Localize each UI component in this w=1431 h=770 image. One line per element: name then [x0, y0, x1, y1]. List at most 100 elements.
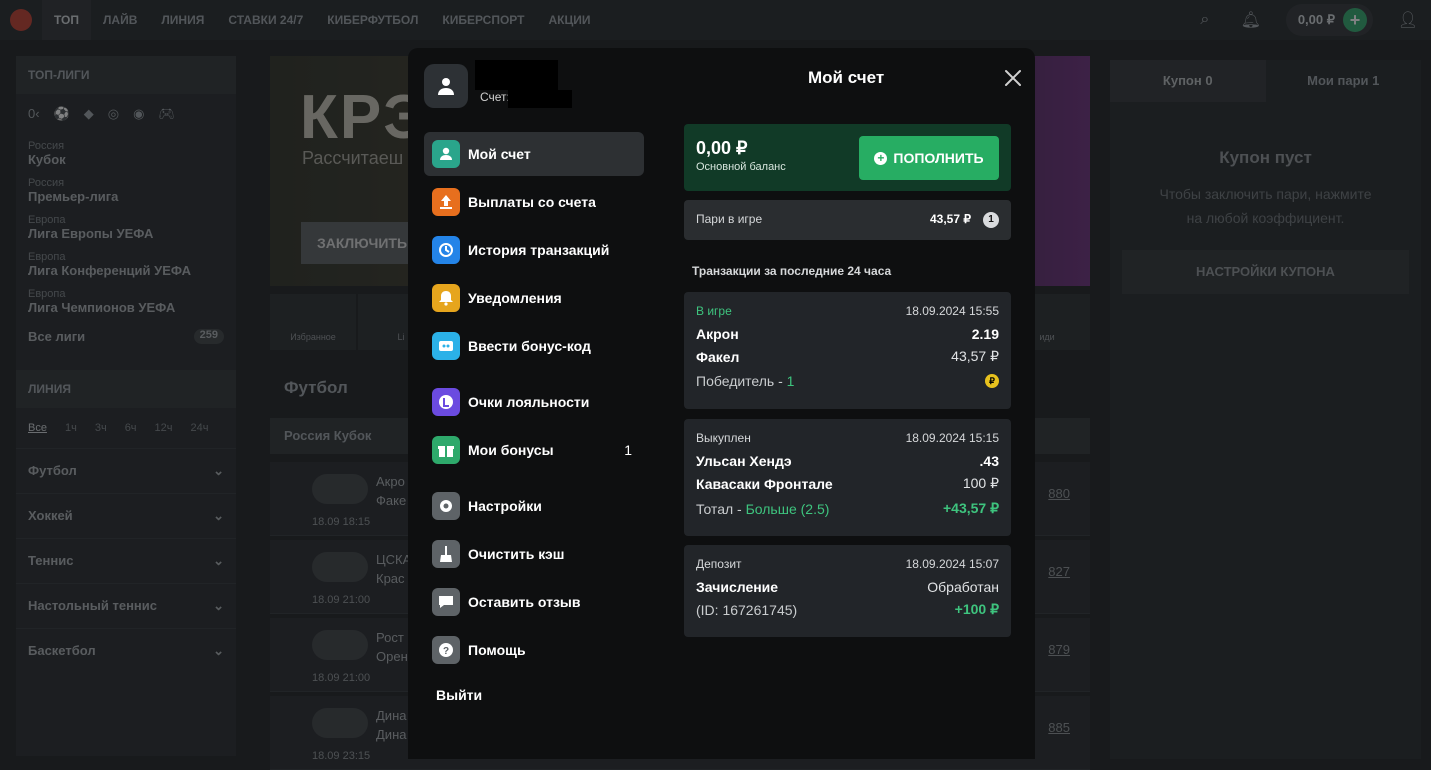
- league-item[interactable]: Россия Кубок: [16, 134, 236, 171]
- close-icon[interactable]: [1001, 66, 1025, 90]
- nav-item[interactable]: ТОП: [42, 0, 91, 40]
- sidebar-sport[interactable]: Настольный теннис ⌄: [16, 583, 236, 628]
- team-away: Крас: [376, 571, 405, 586]
- tx-name: Факел: [696, 348, 740, 365]
- tx-detail-highlight: 1: [786, 373, 795, 389]
- sidebar-sport[interactable]: Баскетбол ⌄: [16, 628, 236, 673]
- tx-date: 18.09.2024 15:07: [905, 557, 999, 571]
- match-odd[interactable]: 885: [1048, 720, 1070, 735]
- sidebar-sport[interactable]: Теннис ⌄: [16, 538, 236, 583]
- time-filter[interactable]: 1ч: [65, 422, 77, 434]
- menu-item-label: Очки лояльности: [468, 394, 590, 410]
- bell-icon[interactable]: 🔔︎: [1228, 10, 1274, 30]
- tx-status: Депозит: [696, 557, 742, 571]
- match-date: 18.09: [312, 672, 340, 684]
- site-logo[interactable]: [0, 0, 42, 40]
- nav-item[interactable]: ЛИНИЯ: [149, 0, 216, 40]
- league-country: Россия: [28, 140, 65, 152]
- profile-icon[interactable]: 👤︎: [1385, 10, 1431, 30]
- league-item[interactable]: Европа Лига Чемпионов УЕФА: [16, 282, 236, 319]
- balance-card: 0,00 ₽ Основной баланс + ПОПОЛНИТЬ: [684, 124, 1011, 191]
- line-title: ЛИНИЯ: [16, 370, 236, 408]
- team-logos: [312, 552, 368, 582]
- loyalty-icon: [432, 388, 460, 416]
- header-balance[interactable]: 0,00 ₽ +: [1285, 4, 1373, 36]
- tx-footer-row: (ID: 167261745) +100 ₽: [696, 601, 999, 618]
- time-filter[interactable]: 6ч: [125, 422, 137, 434]
- tx-detail: Тотал - Больше (2.5): [696, 501, 829, 517]
- logout-button[interactable]: Выйти: [424, 680, 644, 710]
- match-time: 18.09 21:00: [312, 594, 370, 606]
- league-item[interactable]: Россия Премьер-лига: [16, 171, 236, 208]
- menu-item-1[interactable]: Выплаты со счета: [424, 180, 644, 224]
- league-item[interactable]: Европа Лига Конференций УЕФА: [16, 245, 236, 282]
- menu-item-4[interactable]: Ввести бонус-код: [424, 324, 644, 368]
- tx-header-row: Выкуплен 18.09.2024 15:15: [696, 431, 999, 445]
- team-home: ЦСКА: [376, 552, 412, 567]
- match-odd[interactable]: 827: [1048, 564, 1070, 579]
- user-icon: [438, 78, 454, 95]
- search-icon[interactable]: ⌕: [1182, 11, 1228, 29]
- coupon-settings-button[interactable]: НАСТРОЙКИ КУПОНА: [1122, 250, 1409, 294]
- nav-item[interactable]: ЛАЙВ: [91, 0, 149, 40]
- transaction-card[interactable]: В игре 18.09.2024 15:55 Акрон 2.19 Факел 43,5…: [684, 292, 1011, 409]
- nav-item[interactable]: КИБЕРСПОРТ: [430, 0, 536, 40]
- team-home: Дина: [376, 708, 407, 723]
- category-favorites[interactable]: Избранное: [270, 294, 356, 350]
- tx-value: 2.19: [971, 326, 999, 342]
- menu-item-9[interactable]: Оставить отзыв: [424, 580, 644, 624]
- menu-item-0[interactable]: Мой счет: [424, 132, 644, 176]
- menu-item-label: Оставить отзыв: [468, 594, 581, 610]
- sidebar-sport[interactable]: Хоккей ⌄: [16, 493, 236, 538]
- menu-item-3[interactable]: Уведомления: [424, 276, 644, 320]
- gear-icon: [432, 492, 460, 520]
- team-logos: [312, 474, 368, 504]
- match-odd[interactable]: 880: [1048, 486, 1070, 501]
- ticket-icon: [432, 332, 460, 360]
- banner-subtitle: Рассчитаеш: [302, 148, 404, 168]
- league-item[interactable]: Европа Лига Европы УЕФА: [16, 208, 236, 245]
- transaction-card[interactable]: Выкуплен 18.09.2024 15:15 Ульсан Хендэ .43 К…: [684, 419, 1011, 536]
- tx-name: Акрон: [696, 326, 739, 342]
- tab-my-bets[interactable]: Мои пари 1: [1266, 60, 1422, 102]
- bets-value: 43,57 ₽: [930, 212, 971, 226]
- menu-item-count: 1: [624, 442, 632, 458]
- match-time: 18.09 21:00: [312, 672, 370, 684]
- time-filter[interactable]: 3ч: [95, 422, 107, 434]
- menu-item-2[interactable]: История транзакций: [424, 228, 644, 272]
- tx-row: Акрон 2.19: [696, 326, 999, 342]
- menu-item-5[interactable]: Очки лояльности: [424, 380, 644, 424]
- account-label: Счет:: [480, 90, 510, 104]
- bets-in-play[interactable]: Пари в игре 43,57 ₽ 1: [684, 200, 1011, 240]
- coupon-panel: Купон 0 Мои пари 1 Купон пуст Чтобы закл…: [1110, 60, 1421, 759]
- league-name: Лига Конференций УЕФА: [28, 263, 192, 278]
- menu-item-10[interactable]: ? Помощь: [424, 628, 644, 672]
- menu-item-label: Уведомления: [468, 290, 562, 306]
- sport-label: Хоккей: [28, 508, 73, 523]
- redacted-account-number: [508, 90, 572, 108]
- all-leagues-link[interactable]: Все лиги 259: [16, 319, 236, 354]
- topup-button[interactable]: + ПОПОЛНИТЬ: [859, 136, 999, 180]
- transaction-card[interactable]: Депозит 18.09.2024 15:07 Зачисление Обработ…: [684, 545, 1011, 637]
- nav-item[interactable]: АКЦИИ: [536, 0, 602, 40]
- time-filter[interactable]: 12ч: [155, 422, 173, 434]
- time-filter[interactable]: Все: [28, 422, 47, 434]
- match-odd[interactable]: 879: [1048, 642, 1070, 657]
- add-funds-icon[interactable]: +: [1343, 8, 1367, 32]
- match-clock: 21:00: [342, 594, 371, 606]
- gift-icon: [432, 436, 460, 464]
- time-filter[interactable]: 24ч: [191, 422, 209, 434]
- tx-value: 100 ₽: [962, 475, 999, 491]
- menu-item-label: Ввести бонус-код: [468, 338, 591, 354]
- sidebar-sport[interactable]: Футбол ⌄: [16, 448, 236, 493]
- tx-row: Зачисление Обработан: [696, 579, 999, 595]
- chevron-down-icon: ⌄: [213, 643, 224, 658]
- coin-icon: ₽: [985, 374, 999, 388]
- menu-item-6[interactable]: Мои бонусы 1: [424, 428, 644, 472]
- tab-coupon[interactable]: Купон 0: [1110, 60, 1266, 102]
- modal-title: Мой счет: [808, 68, 885, 87]
- nav-item[interactable]: СТАВКИ 24/7: [216, 0, 315, 40]
- nav-item[interactable]: КИБЕРФУТБОЛ: [315, 0, 430, 40]
- menu-item-8[interactable]: Очистить кэш: [424, 532, 644, 576]
- menu-item-7[interactable]: Настройки: [424, 484, 644, 528]
